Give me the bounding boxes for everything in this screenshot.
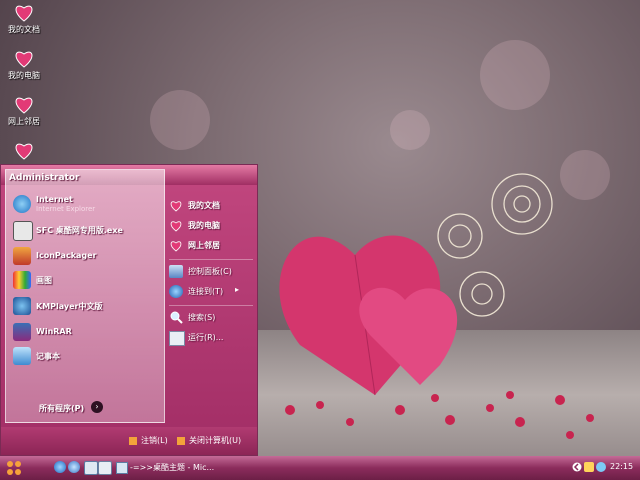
window-icon [116,462,128,474]
arrow-right-icon: › [91,401,103,413]
start-item-sfc[interactable]: SFC 桌酷网专用版.exe [9,219,159,241]
start-menu-separator [169,305,253,306]
start-item-title: 记事本 [36,352,60,361]
logoff-icon [129,436,137,445]
start-item-iconpackager[interactable]: IconPackager [9,245,159,267]
tray-arrow-icon[interactable] [572,462,582,472]
start-item-subtitle: Internet Explorer [36,205,96,213]
start-item-title: KMPlayer中文版 [36,302,103,311]
start-item-winrar[interactable]: WinRAR [9,321,159,343]
iconpackager-icon [13,247,31,265]
desktop-icon-recycle-bin[interactable] [4,140,44,162]
power-icon [177,436,185,445]
start-item-title: 画图 [36,276,52,285]
taskbar: -=>>桌酷主题 - Mic... 22:15 [0,456,640,480]
tray-network-icon[interactable] [596,462,606,472]
paint-icon [13,271,31,289]
start-link-label: 我的文档 [188,201,220,210]
start-link-label: 控制面板(C) [188,267,232,276]
desktop-icon-network-places[interactable]: 网上邻居 [4,94,44,127]
wallpaper-hearts-art [279,173,594,439]
desktop-icon-label: 我的电脑 [8,71,40,80]
start-item-notepad[interactable]: 记事本 [9,345,159,367]
network-places-icon [170,241,182,252]
start-link-my-computer[interactable]: 我的电脑 [169,217,257,235]
desktop-icon-my-computer[interactable]: 我的电脑 [4,48,44,81]
all-programs-button[interactable]: 所有程序(P) [39,403,84,414]
start-menu-separator [169,259,253,260]
start-link-connect-to[interactable]: 连接到(T) ▸ [169,283,257,301]
start-menu: Administrator Internet Internet Explorer… [0,164,258,456]
winrar-icon [13,323,31,341]
start-link-label: 搜索(S) [188,313,216,322]
start-button[interactable] [6,460,22,476]
my-computer-icon [170,221,182,232]
start-link-network-places[interactable]: 网上邻居 [169,237,257,255]
start-link-control-panel[interactable]: 控制面板(C) [169,263,257,281]
start-link-run[interactable]: 运行(R)... [169,329,257,347]
sfc-icon [13,221,33,241]
control-panel-icon [169,265,183,278]
kmplayer-icon [13,297,31,315]
start-item-kmplayer[interactable]: KMPlayer中文版 [9,295,159,317]
notepad-icon [13,347,31,365]
start-item-title: SFC 桌酷网专用版.exe [36,226,123,235]
taskbar-task-label: -=>>桌酷主题 - Mic... [130,463,214,472]
start-menu-username: Administrator [9,173,80,183]
system-tray: 22:15 [570,459,638,477]
start-menu-footer: 注销(L) 关闭计算机(U) [1,427,257,455]
heart-computer-icon [15,51,33,68]
desktop-icon-label: 网上邻居 [8,117,40,126]
heart-network-icon [15,97,33,114]
my-documents-icon [170,201,182,212]
start-item-internet[interactable]: Internet Internet Explorer [9,193,159,215]
start-link-my-documents[interactable]: 我的文档 [169,197,257,215]
start-item-title: Internet [36,195,73,204]
heart-recycle-icon [15,143,33,160]
desktop-icon-label: 我的文档 [8,25,40,34]
shutdown-label: 关闭计算机(U) [189,436,242,445]
start-link-label: 运行(R)... [188,333,224,342]
start-link-label: 网上邻居 [188,241,220,250]
taskbar-task-button[interactable]: -=>>桌酷主题 - Mic... [114,459,214,477]
clock[interactable]: 22:15 [610,462,633,471]
start-link-search[interactable]: 搜索(S) [169,309,257,327]
desktop-icon-my-documents[interactable]: 我的文档 [4,2,44,35]
ie-icon [13,195,31,213]
quicklaunch-window-icon[interactable] [98,461,112,475]
chevron-right-icon: ▸ [235,285,240,294]
logoff-label: 注销(L) [141,436,168,445]
quicklaunch-browser-icon[interactable] [68,461,80,473]
start-link-label: 我的电脑 [188,221,220,230]
start-item-paint[interactable]: 画图 [9,269,159,291]
start-link-label: 连接到(T) [188,287,224,296]
quicklaunch-ie-icon[interactable] [54,461,66,473]
shutdown-button[interactable]: 关闭计算机(U) [177,435,241,446]
start-item-title: WinRAR [36,327,72,336]
start-item-title: IconPackager [36,251,97,260]
run-icon [169,331,185,346]
search-icon [170,311,183,324]
tray-app-icon[interactable] [584,462,594,472]
logoff-button[interactable]: 注销(L) [129,435,168,446]
connect-to-icon [169,285,183,298]
quicklaunch-desktop-icon[interactable] [84,461,98,475]
heart-folder-icon [15,5,33,22]
